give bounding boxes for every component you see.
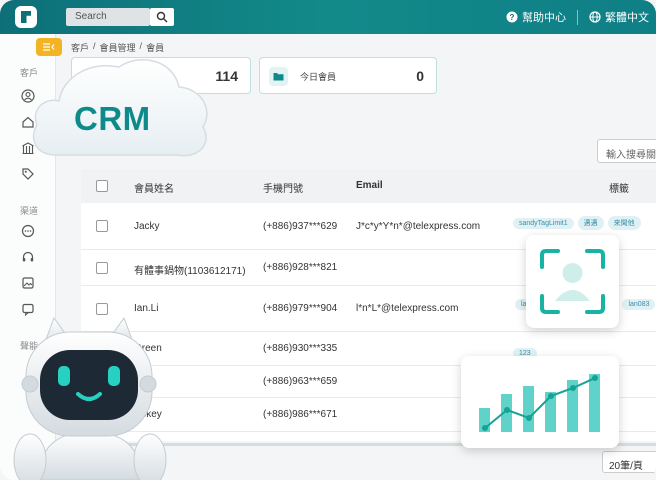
select-all-checkbox[interactable] (96, 180, 108, 192)
sidebar-item-chat[interactable] (21, 224, 35, 238)
member-phone: (+886)979***904 (263, 303, 338, 314)
member-name: Jacky (134, 221, 160, 232)
row-checkbox[interactable] (96, 262, 108, 274)
breadcrumb-item[interactable]: 會員管理 (100, 41, 136, 54)
help-icon: ? (506, 11, 518, 23)
growth-chart-card (461, 356, 619, 448)
help-label: 幫助中心 (522, 12, 566, 24)
sidebar-item-headset[interactable] (21, 250, 35, 264)
language-switcher[interactable]: 繁體中文 (589, 9, 649, 25)
sidebar-collapse-button[interactable] (36, 38, 62, 56)
tag-badge: lan083 (622, 299, 656, 310)
face-scan-icon (540, 249, 605, 314)
breadcrumb: 客戶 / 會員管理 / 會員 (71, 41, 164, 54)
table-header: 會員姓名 手機門號 Email 標籤 (81, 169, 656, 203)
crm-cloud-text: CRM (74, 100, 151, 137)
top-bar: Search ? 幫助中心 繁體中文 (0, 0, 656, 34)
headset-icon (22, 251, 34, 262)
member-name: 有體事鍋物(1103612171) (134, 266, 246, 277)
sidebar-item-tag[interactable] (21, 167, 35, 181)
topbar-divider (577, 10, 578, 25)
search-icon (156, 11, 168, 23)
bar-chart-icon (479, 374, 600, 432)
breadcrumb-separator: / (139, 41, 143, 51)
svg-text:?: ? (510, 13, 515, 22)
robot-mascot (13, 316, 167, 480)
member-email: l*n*L*@telexpress.com (356, 303, 459, 314)
global-search-input[interactable]: Search (66, 8, 150, 26)
tag-badge: 来聞他 (607, 216, 641, 230)
row-checkbox[interactable] (96, 220, 108, 232)
page-size-select[interactable]: 20筆/頁 (602, 451, 656, 473)
sidebar-item-image[interactable] (21, 276, 35, 290)
column-header-email[interactable]: Email (356, 180, 383, 191)
stat-card-today-members[interactable]: 今日會員 0 (259, 57, 437, 94)
crm-frame: Search ? 幫助中心 繁體中文 客戶 渠道 聲能 客戶 / 會員管理 / … (0, 0, 656, 480)
search-button[interactable] (150, 8, 174, 26)
app-logo[interactable] (15, 6, 37, 28)
help-center-link[interactable]: ? 幫助中心 (506, 9, 566, 25)
member-phone: (+886)928***821 (263, 262, 338, 273)
stat-value: 114 (215, 68, 238, 84)
language-label: 繁體中文 (605, 12, 649, 24)
member-search-input[interactable]: 輸入搜尋關鍵 (597, 139, 656, 163)
image-icon (22, 277, 34, 289)
member-phone: (+886)963***659 (263, 376, 338, 387)
member-tags: sandyTagLimit1 邁邁 来聞他 (513, 212, 645, 230)
tag-badge: 邁邁 (577, 216, 604, 230)
sidebar-section-channels: 渠道 (20, 206, 39, 216)
tag-icon (22, 168, 34, 180)
globe-icon (589, 11, 601, 23)
breadcrumb-item[interactable]: 客戶 (71, 41, 89, 54)
member-phone: (+886)937***629 (263, 221, 338, 232)
face-scan-card (526, 235, 619, 328)
column-header-tags[interactable]: 標籤 (609, 180, 629, 195)
breadcrumb-separator: / (93, 41, 96, 51)
folder-icon (269, 67, 288, 86)
stat-label: 今日會員 (300, 72, 337, 82)
member-phone: (+886)986***671 (263, 409, 338, 420)
breadcrumb-current: 會員 (146, 43, 165, 53)
stat-value: 0 (416, 68, 424, 84)
menu-collapse-icon (43, 43, 55, 51)
member-phone: (+886)930***335 (263, 343, 338, 354)
column-header-name[interactable]: 會員姓名 (134, 180, 174, 195)
tag-badge: sandyTagLimit1 (513, 218, 574, 229)
column-header-phone[interactable]: 手機門號 (263, 180, 303, 195)
member-email: J*c*y*Y*n*@telexpress.com (356, 221, 481, 232)
chat-icon (21, 224, 35, 238)
